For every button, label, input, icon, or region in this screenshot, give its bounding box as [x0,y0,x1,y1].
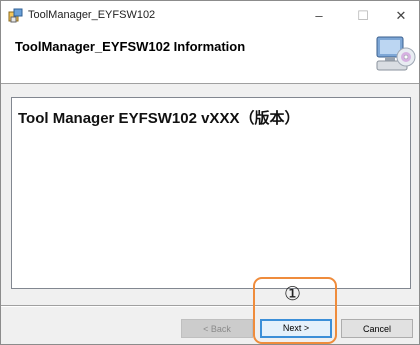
window-title: ToolManager_EYFSW102 [28,9,156,21]
back-button[interactable]: < Back [181,319,253,338]
installer-window: ToolManager_EYFSW102 – ☐ ✕ ToolManager_E… [0,0,420,345]
version-info-text: Tool Manager EYFSW102 vXXX（版本） [18,110,300,127]
minimize-button[interactable]: – [297,1,341,31]
installer-package-icon [8,8,23,23]
header-banner: ToolManager_EYFSW102 Information [1,31,419,84]
title-bar[interactable]: ToolManager_EYFSW102 – ☐ ✕ [1,1,419,31]
information-text-area[interactable]: Tool Manager EYFSW102 vXXX（版本） [11,97,411,289]
cancel-button[interactable]: Cancel [341,319,413,338]
step-number-label: ① [284,283,302,305]
computer-disc-icon [376,36,416,71]
page-title: ToolManager_EYFSW102 Information [15,39,246,54]
close-button[interactable]: ✕ [379,1,419,31]
footer-divider-highlight [1,306,419,307]
